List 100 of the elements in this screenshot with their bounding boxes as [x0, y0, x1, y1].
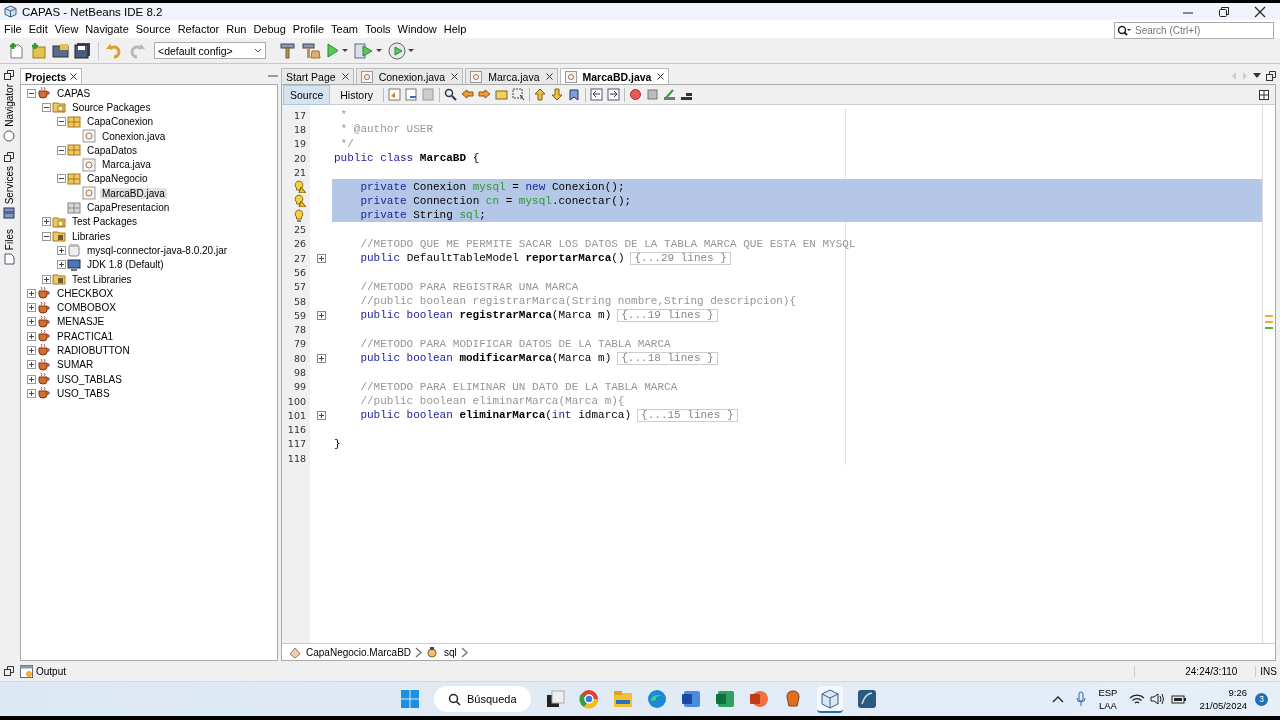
- side-tab[interactable]: Files: [3, 229, 15, 251]
- wifi-icon[interactable]: [1129, 693, 1146, 705]
- browser-icon[interactable]: [578, 689, 599, 709]
- close-icon[interactable]: [1254, 5, 1266, 18]
- open-folder-icon[interactable]: [52, 42, 69, 59]
- editor-tab[interactable]: Marca.java: [465, 68, 558, 84]
- hammer-icon[interactable]: [279, 42, 296, 59]
- collapse-icon[interactable]: [41, 102, 51, 112]
- breadcrumb-item[interactable]: sql: [444, 646, 457, 658]
- arrow-left-icon[interactable]: [460, 88, 474, 101]
- new-project-icon[interactable]: [30, 42, 47, 59]
- tree-item[interactable]: JDK 1.8 (Default): [85, 259, 166, 271]
- restore-icon[interactable]: [4, 151, 14, 162]
- expand-icon[interactable]: [26, 346, 36, 355]
- expand-icon[interactable]: [26, 317, 36, 327]
- shift-left-icon[interactable]: [589, 88, 603, 101]
- tree-item[interactable]: CapaConexion: [85, 116, 156, 128]
- close-icon[interactable]: [70, 73, 78, 80]
- expand-icon[interactable]: [41, 217, 51, 227]
- collapse-icon[interactable]: [41, 231, 51, 241]
- expand-icon[interactable]: [26, 303, 36, 313]
- editor-tab[interactable]: Start Page: [281, 68, 354, 84]
- highlight-icon[interactable]: [494, 88, 508, 101]
- side-tab[interactable]: Navigator: [3, 84, 15, 127]
- clock-time[interactable]: 9:26: [1228, 686, 1247, 699]
- menu-item[interactable]: Debug: [253, 23, 290, 35]
- tree-item[interactable]: MarcaBD.java: [100, 187, 167, 199]
- folded-code-label[interactable]: {...29 lines }: [630, 251, 731, 265]
- grid-icon[interactable]: [1259, 89, 1269, 100]
- tree-item[interactable]: CAPAS: [55, 87, 93, 99]
- tree-item[interactable]: Test Libraries: [70, 273, 134, 285]
- tree-item[interactable]: USO_TABS: [55, 387, 112, 399]
- tree-item[interactable]: CapaNegocio: [85, 173, 150, 185]
- folded-code-label[interactable]: {...18 lines }: [617, 351, 718, 365]
- expand-icon[interactable]: [26, 388, 36, 398]
- menu-item[interactable]: Window: [397, 23, 441, 35]
- keyboard-layout[interactable]: LAA: [1098, 699, 1117, 712]
- menu-item[interactable]: Help: [443, 23, 471, 35]
- expand-icon[interactable]: [26, 360, 36, 370]
- caret-icon[interactable]: [375, 46, 383, 55]
- stop-icon[interactable]: [645, 88, 659, 101]
- tree-item[interactable]: SUMAR: [55, 359, 96, 371]
- gauge-icon[interactable]: [388, 41, 406, 60]
- menu-item[interactable]: Refactor: [177, 23, 224, 35]
- tree-item[interactable]: RADIOBUTTON: [55, 345, 132, 356]
- folded-code-label[interactable]: {...15 lines }: [637, 408, 738, 422]
- restore-icon[interactable]: [4, 70, 14, 80]
- tree-item[interactable]: Test Packages: [70, 216, 140, 228]
- lightbulb-icon[interactable]: [293, 208, 306, 222]
- collapse-icon[interactable]: [26, 88, 36, 98]
- clock-date[interactable]: 21/05/2024: [1199, 699, 1247, 712]
- tree-item[interactable]: Source Packages: [70, 101, 153, 113]
- notification-badge[interactable]: 3: [1255, 692, 1268, 706]
- battery-icon[interactable]: [1171, 693, 1188, 705]
- menu-item[interactable]: Source: [135, 23, 175, 35]
- menu-item[interactable]: Tools: [364, 23, 395, 35]
- close-icon[interactable]: [545, 73, 553, 80]
- expand-icon[interactable]: [41, 274, 51, 284]
- menu-item[interactable]: Edit: [28, 23, 52, 35]
- tree-item[interactable]: COMBOBOX: [55, 302, 118, 314]
- expand-icon[interactable]: [316, 353, 326, 363]
- last-edit-icon[interactable]: [387, 88, 401, 101]
- close-icon[interactable]: [341, 73, 349, 80]
- menu-item[interactable]: Navigate: [85, 23, 133, 35]
- collapse-icon[interactable]: [56, 174, 66, 184]
- input-language[interactable]: ESP: [1098, 686, 1118, 699]
- microphone-icon[interactable]: [1076, 691, 1087, 707]
- database-app-icon[interactable]: [856, 689, 877, 709]
- editor-tab[interactable]: MarcaBD.java: [559, 68, 670, 84]
- restore-icon[interactable]: [4, 666, 14, 676]
- tree-item[interactable]: CHECKBOX: [55, 287, 116, 299]
- collapse-icon[interactable]: [56, 145, 66, 155]
- taskbar-search[interactable]: Búsqueda: [434, 686, 531, 712]
- task-view-icon[interactable]: [544, 689, 565, 709]
- restore-icon[interactable]: [1266, 71, 1276, 81]
- bookmark-icon[interactable]: [567, 88, 581, 101]
- wave-app-icon[interactable]: [646, 689, 667, 709]
- output-tab[interactable]: Output: [36, 665, 67, 677]
- panel-tab[interactable]: Projects: [20, 68, 83, 84]
- expand-icon[interactable]: [26, 331, 36, 341]
- menu-item[interactable]: Team: [331, 23, 362, 35]
- tree-item[interactable]: MENASJE: [55, 316, 107, 328]
- expand-icon[interactable]: [316, 310, 326, 320]
- run-icon[interactable]: [326, 42, 340, 59]
- collapse-icon[interactable]: [56, 117, 66, 127]
- search-icon[interactable]: [443, 88, 457, 101]
- shift-right-icon[interactable]: [606, 88, 620, 101]
- menu-item[interactable]: View: [54, 23, 83, 35]
- expand-icon[interactable]: [26, 374, 36, 384]
- presentation-app-icon[interactable]: [748, 689, 769, 709]
- new-file-icon[interactable]: [8, 42, 25, 59]
- arrow-up-icon[interactable]: [533, 88, 547, 101]
- document-app-icon[interactable]: [680, 689, 701, 709]
- config-dropdown[interactable]: <default config>: [154, 42, 266, 59]
- caret-icon[interactable]: [341, 46, 349, 55]
- search-field[interactable]: Search (Ctrl+I): [1114, 22, 1274, 39]
- expand-icon[interactable]: [26, 288, 36, 298]
- close-icon[interactable]: [657, 73, 665, 80]
- hammer-broom-icon[interactable]: [301, 42, 321, 59]
- start-icon[interactable]: [400, 689, 420, 709]
